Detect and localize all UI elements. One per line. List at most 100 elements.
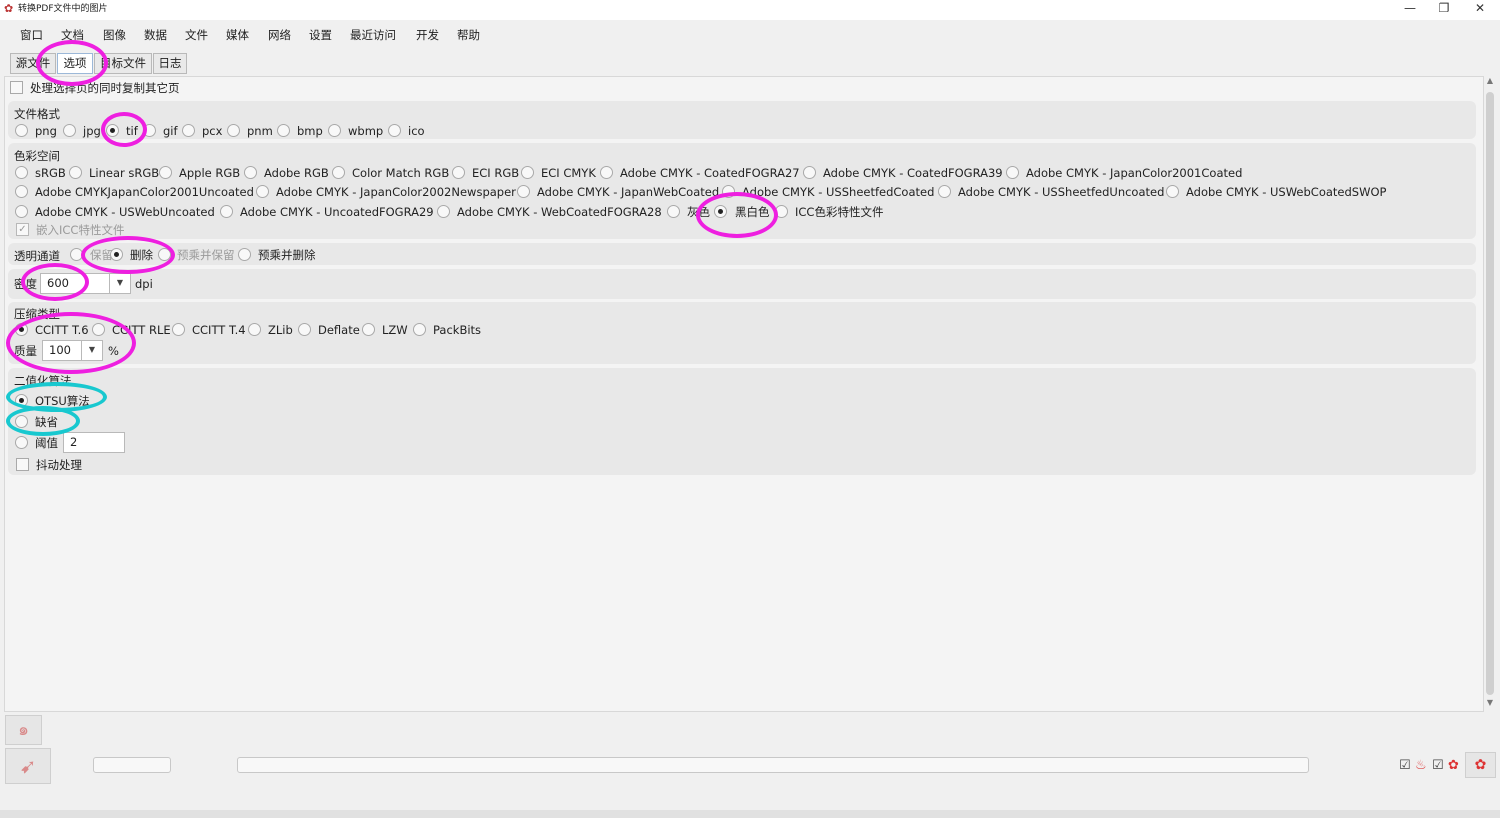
menu-settings[interactable]: 设置 [309, 27, 332, 43]
app-logo-icon: ✿ [4, 2, 14, 15]
density-dropdown-button[interactable]: ▼ [110, 273, 131, 294]
tab-options[interactable]: 选项 [57, 53, 93, 74]
menu-bar: 窗口 文档 图像 数据 文件 媒体 网络 设置 最近访问 开发 帮助 [0, 22, 1500, 46]
cs-black-white-radio[interactable] [714, 205, 727, 218]
comp-zlib-label: ZLib [268, 323, 293, 337]
bin-otsu-radio[interactable] [15, 394, 28, 407]
comp-ccitt-rle-label: CCITT RLE [112, 323, 171, 337]
cs-gray-radio[interactable] [667, 205, 680, 218]
comp-ccitt-rle-radio[interactable] [92, 323, 105, 336]
menu-file[interactable]: 文件 [185, 27, 208, 43]
format-wbmp-label: wbmp [348, 124, 384, 138]
cs-us-sheetfed-uncoated-radio[interactable] [938, 185, 951, 198]
scrollbar-thumb[interactable] [1486, 92, 1494, 695]
cs-adobe-rgb-radio[interactable] [244, 166, 257, 179]
cs-us-webcoated-swop-radio[interactable] [1166, 185, 1179, 198]
cs-us-webcoated-swop-label: Adobe CMYK - USWebCoatedSWOP [1186, 185, 1387, 199]
scroll-down-icon[interactable]: ▼ [1484, 698, 1496, 710]
format-gif-radio[interactable] [143, 124, 156, 137]
cs-color-match-rgb-radio[interactable] [332, 166, 345, 179]
tab-target-files[interactable]: 目标文件 [94, 53, 152, 74]
menu-media[interactable]: 媒体 [226, 27, 249, 43]
menu-data[interactable]: 数据 [144, 27, 167, 43]
cs-japan2001-coated-radio[interactable] [1006, 166, 1019, 179]
restore-button[interactable]: ❐ [1429, 0, 1459, 18]
format-gif-label: gif [163, 124, 178, 138]
menu-develop[interactable]: 开发 [416, 27, 439, 43]
comp-deflate-radio[interactable] [298, 323, 311, 336]
bin-otsu-label: OTSU算法 [35, 394, 90, 408]
cs-japan2001-coated-label: Adobe CMYK - JapanColor2001Coated [1026, 166, 1243, 180]
format-ico-label: ico [408, 124, 425, 138]
comp-lzw-radio[interactable] [362, 323, 375, 336]
menu-window[interactable]: 窗口 [20, 27, 43, 43]
checkmark-icon[interactable]: ☑ [1432, 758, 1444, 774]
minimize-button[interactable]: — [1395, 0, 1425, 18]
embed-icc-label: 嵌入ICC特性文件 [36, 223, 125, 237]
close-button[interactable]: ✕ [1465, 0, 1495, 18]
format-jpg-label: jpg [83, 124, 101, 138]
cs-japan2002-newspaper-radio[interactable] [256, 185, 269, 198]
cs-us-web-uncoated-radio[interactable] [15, 205, 28, 218]
flower-icon[interactable]: ✿ [1465, 752, 1496, 778]
cs-japan-webcoated-label: Adobe CMYK - JapanWebCoated [537, 185, 720, 199]
cs-srgb-radio[interactable] [15, 166, 28, 179]
alpha-keep-radio[interactable] [70, 248, 83, 261]
checkmark-icon[interactable]: ☑ [1399, 758, 1411, 774]
binarization-title: 二值化算法 [14, 374, 72, 388]
comp-ccitt-t6-radio[interactable] [15, 323, 28, 336]
cs-icc-profile-radio[interactable] [775, 205, 788, 218]
format-pnm-radio[interactable] [227, 124, 240, 137]
run-rabbit-icon[interactable]: ➹ [5, 748, 51, 784]
format-ico-radio[interactable] [388, 124, 401, 137]
embed-icc-checkbox[interactable]: ✓ [16, 223, 29, 236]
cs-us-sheetfed-coated-radio[interactable] [722, 185, 735, 198]
threshold-input[interactable]: 2 [63, 432, 125, 453]
bin-default-radio[interactable] [15, 415, 28, 428]
scroll-up-icon[interactable]: ▲ [1484, 76, 1496, 88]
cs-adobe-rgb-label: Adobe RGB [264, 166, 329, 180]
format-pcx-radio[interactable] [182, 124, 195, 137]
cs-linear-srgb-label: Linear sRGB [89, 166, 160, 180]
cs-coated-fogra27-radio[interactable] [600, 166, 613, 179]
copy-others-checkbox[interactable] [10, 81, 23, 94]
comp-zlib-radio[interactable] [248, 323, 261, 336]
flower-icon[interactable]: ✿ [1448, 758, 1459, 774]
quality-input[interactable]: 100 [42, 340, 82, 361]
cs-coated-fogra39-radio[interactable] [803, 166, 816, 179]
comp-packbits-radio[interactable] [413, 323, 426, 336]
cs-linear-srgb-radio[interactable] [69, 166, 82, 179]
cs-japan-webcoated-radio[interactable] [517, 185, 530, 198]
menu-document[interactable]: 文档 [61, 27, 84, 43]
alpha-delete-radio[interactable] [110, 248, 123, 261]
format-png-radio[interactable] [15, 124, 28, 137]
menu-recent[interactable]: 最近访问 [350, 27, 396, 43]
swirl-icon[interactable]: ๑ [5, 715, 42, 745]
menu-network[interactable]: 网络 [268, 27, 291, 43]
comp-ccitt-t4-radio[interactable] [172, 323, 185, 336]
bin-threshold-radio[interactable] [15, 436, 28, 449]
menu-image[interactable]: 图像 [103, 27, 126, 43]
cs-eci-rgb-radio[interactable] [452, 166, 465, 179]
format-bmp-radio[interactable] [277, 124, 290, 137]
cs-apple-rgb-radio[interactable] [159, 166, 172, 179]
format-jpg-radio[interactable] [63, 124, 76, 137]
density-input[interactable]: 600 [40, 273, 110, 294]
quality-dropdown-button[interactable]: ▼ [82, 340, 103, 361]
cs-eci-cmyk-radio[interactable] [521, 166, 534, 179]
format-bmp-label: bmp [297, 124, 323, 138]
format-tif-radio[interactable] [106, 124, 119, 137]
tab-source-files[interactable]: 源文件 [10, 53, 56, 74]
fire-icon[interactable]: ♨ [1415, 758, 1427, 774]
alpha-premult-delete-radio[interactable] [238, 248, 251, 261]
cs-uncoated-fogra29-radio[interactable] [220, 205, 233, 218]
file-format-title: 文件格式 [14, 107, 60, 121]
cs-webcoated-fogra28-radio[interactable] [437, 205, 450, 218]
cs-japan2001-uncoated-radio[interactable] [15, 185, 28, 198]
alpha-premult-keep-radio[interactable] [158, 248, 171, 261]
compression-title: 压缩类型 [14, 307, 60, 321]
format-wbmp-radio[interactable] [328, 124, 341, 137]
menu-help[interactable]: 帮助 [457, 27, 480, 43]
tab-log[interactable]: 日志 [153, 53, 187, 74]
dithering-checkbox[interactable] [16, 458, 29, 471]
